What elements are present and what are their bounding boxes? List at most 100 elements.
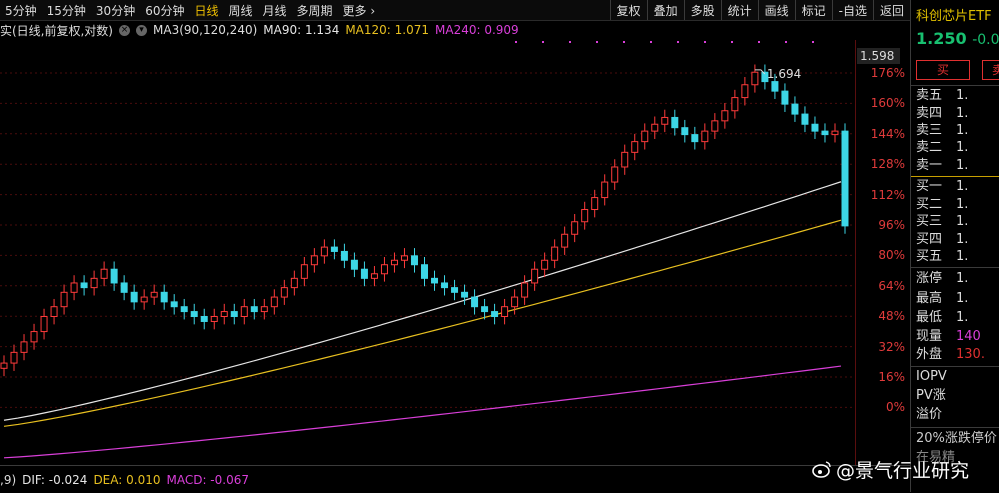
y-tick-label: 96%: [878, 218, 905, 232]
candle-body: [491, 311, 499, 318]
candle-body: [250, 306, 258, 313]
candle-body: [431, 277, 439, 284]
y-tick-label: 0%: [885, 400, 905, 415]
candlestick-chart[interactable]: 1.694: [0, 40, 855, 465]
tab-more[interactable]: 更多 ›: [338, 2, 381, 19]
signal-mark: [623, 41, 625, 43]
y-tick-label: 48%: [878, 309, 905, 324]
candle-body: [160, 291, 168, 303]
dea-value: DEA: 0.010: [93, 472, 161, 487]
signal-mark: [515, 41, 517, 43]
candle-body: [711, 120, 719, 132]
signal-mark: [542, 41, 544, 43]
low-row: 最低 1.: [916, 310, 969, 325]
candle-body: [821, 130, 829, 136]
limit-note: 20%涨跌停价: [916, 431, 997, 446]
candle-body: [80, 282, 88, 289]
candle-body: [751, 71, 759, 86]
candle-body: [521, 282, 529, 298]
top-toolbar: 5分钟 15分钟 30分钟 60分钟 日线 周线 月线 多周期 更多 › 复权 …: [0, 0, 910, 21]
candle-body: [481, 306, 489, 313]
y-tick-label: 144%: [870, 126, 905, 141]
candle-body: [531, 268, 539, 284]
y-tick-label: 16%: [878, 370, 905, 384]
candle-body: [400, 255, 408, 261]
ma120-line: [3, 219, 842, 427]
y-axis: 176% 160% 144% 128% 112% 96% 80% 64% 48% 32% 16% 0%: [855, 40, 911, 465]
tab-weekly[interactable]: 周线: [224, 2, 258, 19]
peak-marker: 1.694: [515, 41, 814, 81]
weibo-icon: [812, 460, 832, 483]
chart-grid: [0, 72, 855, 408]
candle-body: [200, 316, 208, 322]
candle-body: [290, 277, 298, 289]
candle-body: [220, 311, 228, 318]
signal-mark: [785, 41, 787, 43]
outer-volume-row: 外盘 130.: [916, 347, 985, 362]
ma240-line: [3, 365, 842, 459]
sell-button[interactable]: 卖: [982, 60, 999, 80]
signal-mark: [677, 41, 679, 43]
candle-body: [471, 296, 479, 308]
mark-button[interactable]: 标记: [794, 0, 832, 20]
candle-body: [390, 259, 398, 266]
tab-monthly[interactable]: 月线: [258, 2, 292, 19]
candle-body: [120, 282, 128, 293]
candle-body: [410, 255, 418, 266]
chart-tools: 复权 叠加 多股 统计 画线 标记 -自选 返回: [609, 0, 910, 20]
y-tick-label: 32%: [878, 339, 905, 354]
adjust-button[interactable]: 复权: [609, 0, 647, 20]
candle-body: [190, 311, 198, 318]
ask-row-5: 卖五 1.: [916, 88, 969, 103]
candle-body: [300, 264, 308, 279]
candle-body: [551, 246, 559, 261]
candle-body: [771, 81, 779, 92]
stats-button[interactable]: 统计: [720, 0, 758, 20]
overlay-button[interactable]: 叠加: [646, 0, 684, 20]
candle-body: [100, 268, 108, 279]
tab-60min[interactable]: 60分钟: [140, 2, 189, 19]
candle-body: [40, 316, 48, 333]
signal-mark: [704, 41, 706, 43]
candle-body: [140, 296, 148, 303]
high-row: 最高 1.: [916, 291, 969, 306]
ma90-value: MA90: 1.134: [263, 23, 340, 37]
tab-15min[interactable]: 15分钟: [42, 2, 91, 19]
close-icon[interactable]: ×: [119, 24, 130, 36]
ask-row-1: 卖一 1.: [916, 158, 969, 173]
pv-change-row: PV涨: [916, 388, 946, 403]
dif-value: DIF: -0.024: [22, 472, 88, 487]
candle-body: [310, 255, 318, 266]
ma-params[interactable]: MA3(90,120,240): [153, 23, 257, 37]
multi-stock-button[interactable]: 多股: [683, 0, 721, 20]
candle-body: [741, 84, 749, 99]
premium-row: 溢价: [916, 407, 943, 422]
candle-body: [170, 301, 178, 308]
candle-body: [260, 306, 268, 313]
candle-body: [631, 141, 639, 153]
tab-5min[interactable]: 5分钟: [0, 2, 42, 19]
candle-body: [801, 113, 809, 125]
tab-daily[interactable]: 日线: [189, 2, 223, 19]
chevron-down-icon[interactable]: ▾: [136, 24, 147, 36]
back-button[interactable]: 返回: [872, 0, 910, 20]
bid-row-3: 买三 1.: [916, 214, 969, 229]
tab-multi-period[interactable]: 多周期: [292, 2, 338, 19]
macd-prefix: ,9): [0, 472, 17, 487]
candle-body: [360, 268, 368, 279]
candle-body: [511, 296, 519, 308]
buy-button[interactable]: 买: [916, 60, 970, 80]
y-tick-label: 128%: [870, 157, 905, 172]
candle-body: [270, 296, 278, 308]
draw-line-button[interactable]: 画线: [757, 0, 795, 20]
tab-30min[interactable]: 30分钟: [91, 2, 140, 19]
last-price: 1.250 -0.00: [916, 29, 999, 48]
remove-watchlist-button[interactable]: -自选: [831, 0, 873, 20]
candle-body: [651, 123, 659, 132]
candle-body: [831, 130, 839, 136]
bid-row-4: 买四 1.: [916, 232, 969, 247]
candle-body: [380, 264, 388, 275]
y-tick-label: 160%: [870, 96, 905, 111]
candle-body: [781, 90, 789, 105]
candle-body: [621, 151, 629, 168]
